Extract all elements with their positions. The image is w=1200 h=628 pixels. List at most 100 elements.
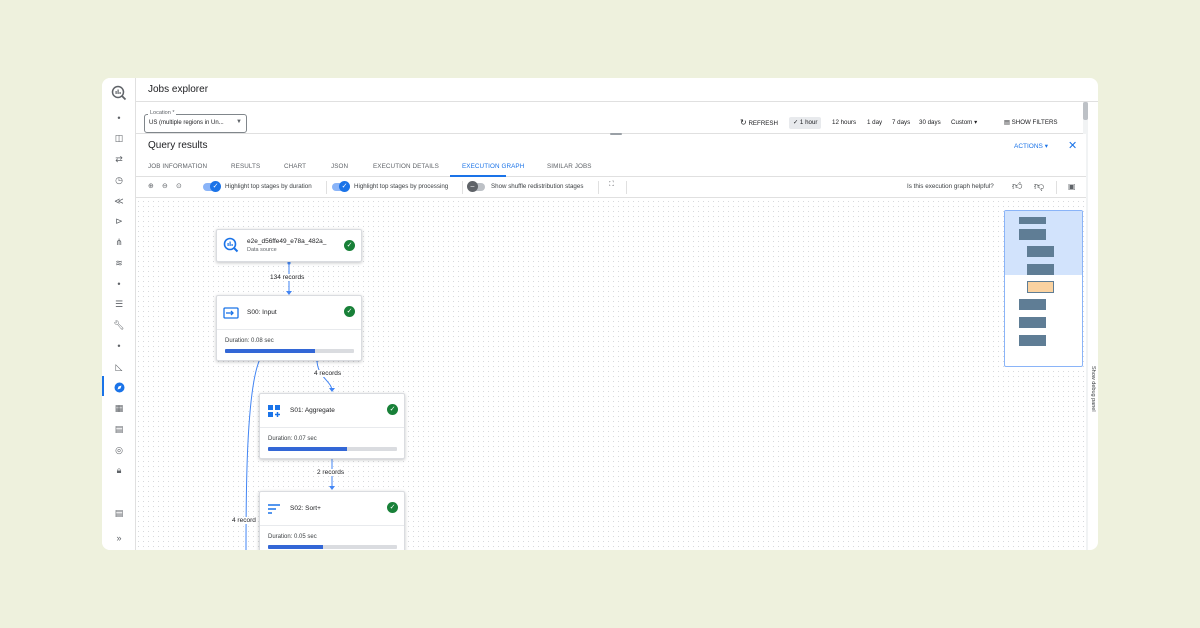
range-30-days-button[interactable]: 30 days [919, 117, 941, 129]
source-name: e2e_d56ffe49_e78a_482a_ [247, 238, 327, 245]
transfer-icon[interactable]: ⇄ [102, 151, 136, 167]
bigquery-table-icon [222, 236, 240, 254]
range-7-days-button[interactable]: 7 days [892, 117, 910, 129]
stage-duration: Duration: 0.05 sec [268, 534, 317, 540]
tab-chart[interactable]: CHART [284, 163, 306, 170]
jobs-explorer-icon[interactable] [102, 379, 136, 395]
tab-similar-jobs[interactable]: SIMILAR JOBS [547, 163, 592, 170]
range-1-day-button[interactable]: 1 day [867, 117, 882, 129]
feedback-prompt: Is this execution graph helpful? [907, 183, 994, 190]
aggregate-icon [265, 402, 283, 420]
minimap-node [1019, 217, 1046, 224]
divider [1056, 181, 1057, 194]
grid-icon[interactable]: ▦ [102, 400, 136, 416]
wrench-icon[interactable]: 🔧︎ [102, 317, 136, 333]
location-value: US (multiple regions in Un... [149, 120, 224, 126]
divider [260, 427, 404, 428]
dot-icon: • [117, 279, 121, 289]
minimap-node [1019, 335, 1046, 346]
hierarchy-icon[interactable]: ⋔ [102, 234, 136, 250]
duration-bar-fill [268, 545, 324, 549]
tab-json[interactable]: JSON [331, 163, 348, 170]
processing-toggle-label: Highlight top stages by processing [354, 183, 449, 190]
divider [260, 525, 404, 526]
stage-title: S01: Aggregate [290, 407, 335, 414]
duration-bar [268, 447, 397, 451]
minimap-node-highlighted [1027, 281, 1054, 293]
divider [326, 181, 327, 194]
share-icon[interactable]: ≪ [102, 193, 136, 209]
check-icon: ✓ [793, 119, 799, 126]
custom-range-button[interactable]: Custom ▾ [951, 117, 977, 129]
show-filters-button[interactable]: ▤ SHOW FILTERS [1004, 117, 1058, 129]
filter-row: US (multiple regions in Un... ▼ Location… [136, 102, 1086, 134]
query-results-panel: Query results ACTIONS ▾ ✕ JOB INFORMATIO… [136, 133, 1096, 550]
minimap-node [1019, 317, 1046, 328]
chevron-down-icon: ▼ [236, 119, 242, 125]
fullscreen-icon[interactable]: ⛶ [609, 181, 614, 189]
table-icon[interactable]: ▤ [102, 421, 136, 437]
stage-node-s01[interactable]: S01: Aggregate ✓ Duration: 0.07 sec [259, 393, 405, 459]
thumbs-down-icon[interactable]: 👎︎ [1034, 180, 1044, 192]
stage-duration: Duration: 0.07 sec [268, 436, 317, 442]
minimap-node [1019, 299, 1046, 310]
graph-minimap[interactable] [1004, 210, 1083, 367]
zoom-out-icon[interactable]: ⊖ [162, 182, 168, 190]
shuffle-toggle[interactable]: – [467, 181, 485, 192]
bigquery-logo-icon[interactable] [102, 82, 136, 104]
jobs-explorer-window: • ◫ ⇄ ◷ ≪ ⊳ ⋔ ≋ • ☰ 🔧︎ • ◺ ▦ ▤ ◎ 🔒︎ ▤ » … [102, 78, 1098, 550]
thumbs-up-icon[interactable]: 👍︎ [1012, 180, 1022, 192]
stage-node-s00[interactable]: S00: Input ✓ Duration: 0.08 sec [216, 295, 362, 361]
duration-toggle[interactable]: ✓ [203, 181, 221, 192]
scrollbar-thumb[interactable] [1083, 102, 1088, 120]
processing-toggle[interactable]: ✓ [332, 181, 350, 192]
duration-bar [268, 545, 397, 549]
check-icon: ✓ [210, 181, 221, 192]
success-check-icon: ✓ [344, 306, 355, 317]
debug-panel-label[interactable]: Show debug panel [1090, 366, 1096, 412]
data-source-node[interactable]: e2e_d56ffe49_e78a_482a_ Data source ✓ [216, 229, 362, 262]
close-icon[interactable]: ✕ [1068, 139, 1077, 152]
stage-node-s02[interactable]: S02: Sort+ ✓ Duration: 0.05 sec [259, 491, 405, 550]
resize-handle[interactable] [610, 133, 622, 135]
minimap-toggle-icon[interactable]: ▣ [1068, 182, 1076, 191]
location-label: Location * [148, 110, 177, 116]
release-notes-icon[interactable]: ▤ [102, 505, 136, 521]
minimap-node [1019, 229, 1046, 240]
stage-title: S02: Sort+ [290, 505, 321, 512]
divider [462, 181, 463, 194]
duration-bar [225, 349, 354, 353]
monitoring-icon[interactable]: ◺ [102, 359, 136, 375]
actions-menu-button[interactable]: ACTIONS ▾ [1014, 142, 1048, 150]
edge-arrow [329, 388, 335, 392]
filter-icon: ▤ [1004, 119, 1010, 126]
settings-icon[interactable]: ◎ [102, 442, 136, 458]
range-1-hour-button[interactable]: ✓ 1 hour [789, 117, 822, 129]
tab-execution-graph[interactable]: EXECUTION GRAPH [462, 163, 524, 170]
tab-execution-details[interactable]: EXECUTION DETAILS [373, 163, 439, 170]
graph-toolbar: ⊕ ⊖ ⊙ ✓ Highlight top stages by duration… [136, 177, 1086, 198]
divider [626, 181, 627, 194]
history-icon[interactable]: ◷ [102, 172, 136, 188]
success-check-icon: ✓ [344, 240, 355, 251]
list-icon[interactable]: ☰ [102, 296, 136, 312]
filter-lines-icon[interactable]: ≋ [102, 255, 136, 271]
expand-nav-icon[interactable]: » [102, 530, 136, 546]
lock-icon[interactable]: 🔒︎ [102, 462, 136, 478]
tab-results[interactable]: RESULTS [231, 163, 260, 170]
zoom-in-icon[interactable]: ⊕ [148, 182, 154, 190]
pipeline-icon[interactable]: ⊳ [102, 213, 136, 229]
check-icon: ✓ [339, 181, 350, 192]
tab-job-information[interactable]: JOB INFORMATION [148, 163, 207, 170]
edge-label: 2 records [316, 469, 346, 476]
toggle-knob: – [467, 181, 478, 192]
refresh-button[interactable]: ↻ REFRESH [740, 117, 778, 129]
chevron-down-icon: ▾ [974, 119, 978, 126]
success-check-icon: ✓ [387, 404, 398, 415]
studio-icon[interactable]: ◫ [102, 130, 136, 146]
input-icon [222, 304, 240, 322]
zoom-reset-icon[interactable]: ⊙ [176, 182, 182, 190]
range-12-hours-button[interactable]: 12 hours [832, 117, 856, 129]
execution-graph-canvas[interactable]: 134 records 4 records 2 records 4 record… [136, 199, 1086, 550]
location-select[interactable]: US (multiple regions in Un... ▼ [144, 114, 247, 133]
